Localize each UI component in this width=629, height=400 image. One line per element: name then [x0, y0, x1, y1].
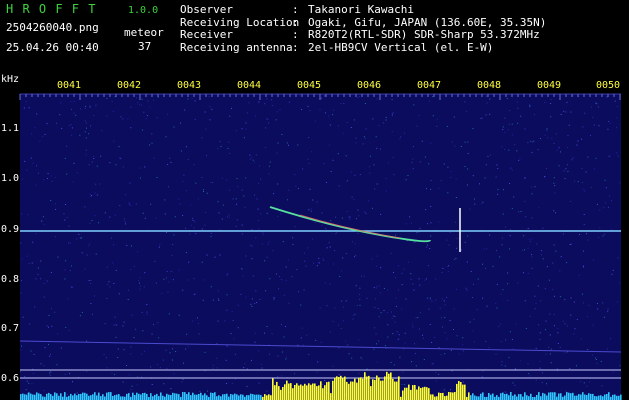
y-tick-label: 0.9	[0, 224, 19, 235]
x-tick-label: 0041	[57, 80, 82, 91]
hrofft-window: H R O F F T 1.0.0 2504260040.png meteor …	[0, 0, 629, 400]
x-tick-label: 0045	[297, 80, 322, 91]
spectrogram	[19, 93, 622, 400]
x-tick-label: 0047	[417, 80, 442, 91]
x-tick-label: 0049	[537, 80, 562, 91]
spectrogram-area	[20, 94, 621, 400]
y-tick-label: 0.8	[0, 274, 19, 285]
y-tick-label: 0.6	[0, 373, 19, 384]
x-tick-label: 0042	[117, 80, 142, 91]
x-tick-label: 0048	[477, 80, 502, 91]
y-tick-label: 0.7	[0, 323, 19, 334]
x-tick-label: 0043	[177, 80, 202, 91]
x-tick-label: 0046	[357, 80, 382, 91]
y-tick-label: 1.1	[0, 123, 19, 134]
x-tick-label: 0050	[596, 80, 621, 91]
y-tick-label: 1.0	[0, 173, 19, 184]
x-tick-label: 0044	[237, 80, 262, 91]
